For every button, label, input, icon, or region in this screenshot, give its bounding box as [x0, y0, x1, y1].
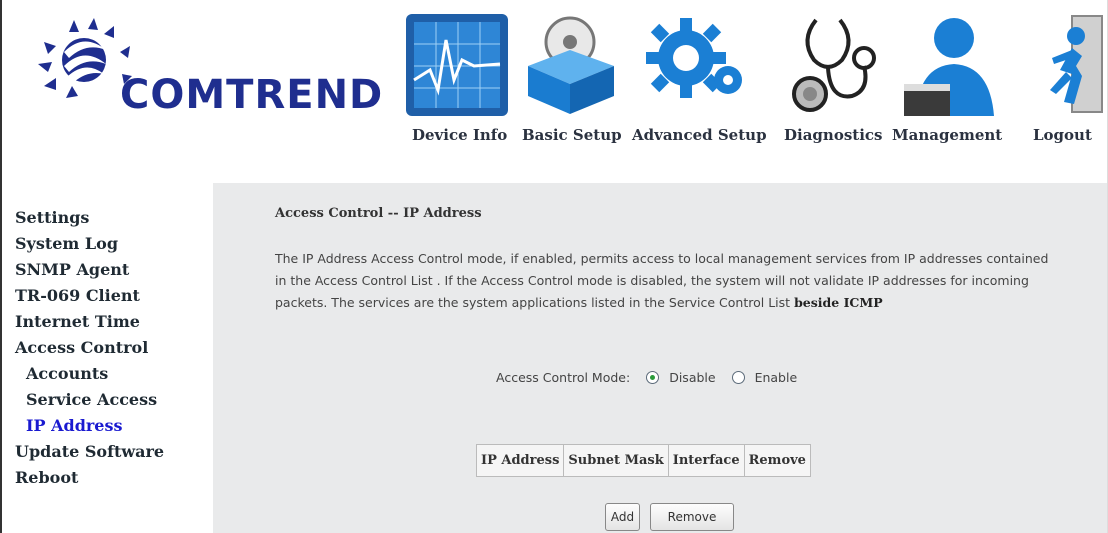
device-info-icon[interactable]	[402, 10, 512, 120]
sidebar-item-ip-address[interactable]: IP Address	[26, 416, 123, 435]
diagnostics-icon[interactable]	[790, 10, 890, 120]
access-control-list-table: IP Address Subnet Mask Interface Remove	[475, 444, 811, 477]
description-bold: beside ICMP	[794, 295, 883, 310]
sidebar-item-service-access[interactable]: Service Access	[26, 390, 157, 409]
access-control-mode-row: Access Control Mode: Disable Enable	[496, 370, 797, 385]
sidebar-item-accounts[interactable]: Accounts	[26, 364, 108, 383]
sidebar: Settings System Log SNMP Agent TR-069 Cl…	[2, 183, 213, 533]
main-content: Access Control -- IP Address The IP Addr…	[213, 183, 1107, 533]
basic-setup-icon[interactable]	[522, 10, 622, 120]
column-interface: Interface	[667, 444, 745, 477]
nav-management[interactable]: Management	[892, 126, 1002, 144]
column-ip-address: IP Address	[475, 444, 565, 477]
sidebar-item-access-control[interactable]: Access Control	[15, 338, 148, 357]
description: The IP Address Access Control mode, if e…	[275, 248, 1055, 314]
enable-label: Enable	[754, 370, 798, 385]
management-icon[interactable]	[902, 10, 1002, 120]
disable-radio[interactable]	[646, 371, 660, 384]
sidebar-item-system-log[interactable]: System Log	[15, 234, 118, 253]
nav-advanced-setup[interactable]: Advanced Setup	[632, 126, 767, 144]
nav-logout[interactable]: Logout	[1033, 126, 1092, 144]
column-remove: Remove	[743, 444, 811, 477]
sidebar-item-snmp-agent[interactable]: SNMP Agent	[15, 260, 129, 279]
nav-diagnostics[interactable]: Diagnostics	[784, 126, 882, 144]
logout-icon[interactable]	[1042, 10, 1104, 120]
nav-basic-setup[interactable]: Basic Setup	[522, 126, 622, 144]
remove-button[interactable]: Remove	[650, 503, 734, 531]
sidebar-item-settings[interactable]: Settings	[15, 208, 89, 227]
enable-radio[interactable]	[731, 371, 745, 384]
sidebar-item-update-software[interactable]: Update Software	[15, 442, 164, 461]
brand-name: COMTREND	[120, 72, 384, 118]
sidebar-item-tr069-client[interactable]: TR-069 Client	[15, 286, 140, 305]
description-text: The IP Address Access Control mode, if e…	[275, 251, 1049, 310]
sidebar-item-reboot[interactable]: Reboot	[15, 468, 78, 487]
advanced-setup-icon[interactable]	[642, 10, 752, 120]
disable-label: Disable	[669, 370, 716, 385]
access-control-mode-label: Access Control Mode:	[496, 370, 631, 385]
table-header-row: IP Address Subnet Mask Interface Remove	[475, 444, 811, 477]
sidebar-item-internet-time[interactable]: Internet Time	[15, 312, 140, 331]
add-button[interactable]: Add	[605, 503, 640, 531]
header: COMTREND Device Info Basic Setup Advance…	[2, 0, 1107, 183]
page-title: Access Control -- IP Address	[275, 206, 482, 221]
column-subnet-mask: Subnet Mask	[563, 444, 669, 477]
nav-device-info[interactable]: Device Info	[412, 126, 507, 144]
